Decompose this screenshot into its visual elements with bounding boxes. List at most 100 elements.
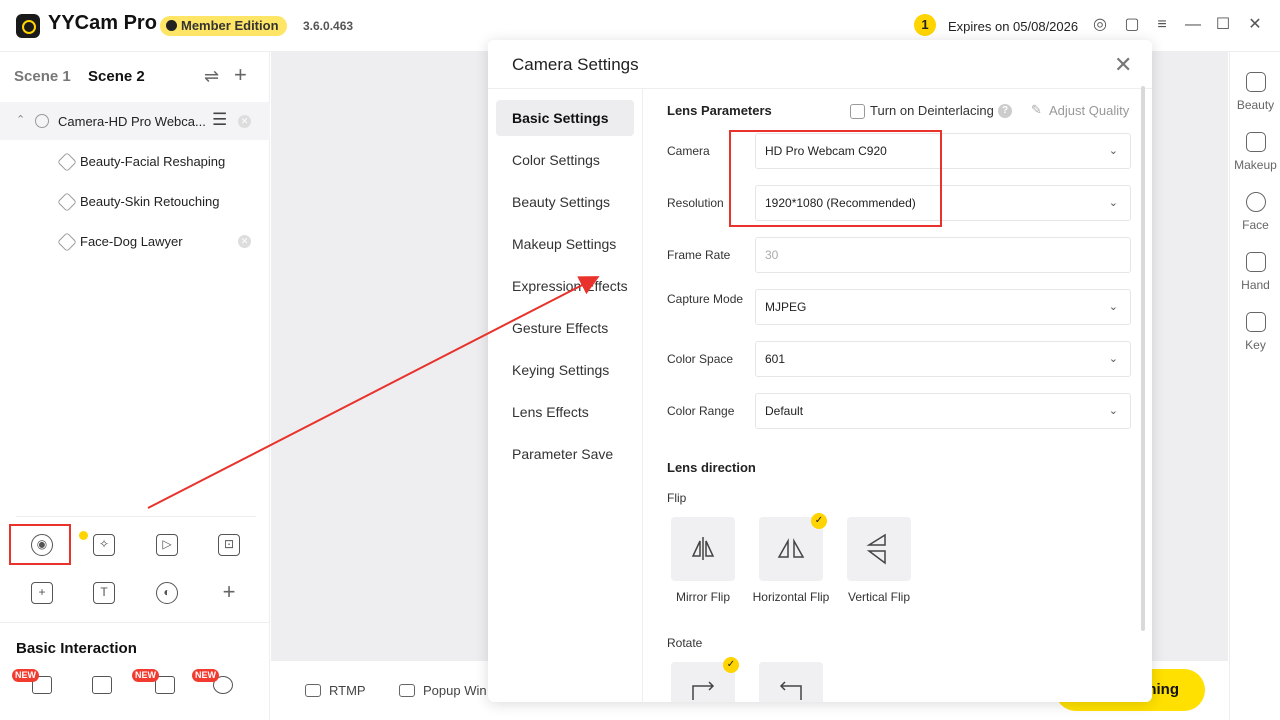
new-badge: NEW (132, 669, 159, 682)
capture-mode-select[interactable]: MJPEG ⌄ (755, 289, 1131, 325)
makeup-icon (1245, 132, 1266, 152)
camera-source-row[interactable]: ⌃ Camera-HD Pro Webca... ☰ ✕ (0, 102, 270, 140)
app-name: YYCam Pro (48, 12, 157, 34)
popup-window-button[interactable]: Popup Win (399, 683, 487, 698)
adjust-quality-link[interactable]: Adjust Quality (1049, 103, 1129, 118)
vertical-flip-icon (866, 533, 886, 565)
divider (488, 88, 1152, 89)
scene-settings-icon[interactable]: ⇌ (204, 66, 219, 87)
divider (0, 622, 270, 623)
crown-icon (166, 20, 177, 31)
nav-expression-effects[interactable]: Expression Effects (496, 268, 634, 304)
text-source-button[interactable]: T (93, 582, 115, 604)
mirror-flip-button[interactable] (671, 517, 735, 581)
rtmp-icon (305, 684, 321, 697)
chevron-down-icon: ⌄ (1108, 353, 1118, 365)
right-sidebar: Beauty Makeup Face Hand Key (1229, 52, 1280, 720)
new-badge: NEW (12, 669, 39, 682)
capture-area-button[interactable]: + (31, 582, 53, 604)
nav-lens-effects[interactable]: Lens Effects (496, 394, 634, 430)
add-source-button[interactable]: + (218, 581, 240, 604)
sticker-button[interactable]: ◐ (156, 582, 178, 604)
annotation-highlight (729, 130, 942, 227)
screen-cast-button[interactable]: ⊡ (218, 534, 240, 556)
nav-parameter-save[interactable]: Parameter Save (496, 436, 634, 472)
keyboard-icon[interactable] (92, 676, 112, 694)
chevron-down-icon: ⌄ (1108, 301, 1118, 313)
capture-mode-value: MJPEG (765, 300, 807, 314)
tab-scene-2[interactable]: Scene 2 (88, 68, 145, 85)
divider (642, 88, 643, 702)
lens-direction-title: Lens direction (667, 460, 756, 475)
mirror-flip-label: Mirror Flip (676, 590, 730, 604)
effect-icon (57, 152, 77, 172)
help-icon[interactable]: ? (998, 104, 1012, 118)
puzzle-source-button[interactable]: ✧ (93, 534, 115, 556)
color-space-label: Color Space (667, 352, 734, 366)
color-space-select[interactable]: 601 ⌄ (755, 341, 1131, 377)
lens-parameters-title: Lens Parameters (667, 103, 772, 118)
sidebar-item-face[interactable]: Face (1230, 192, 1280, 232)
effect-item[interactable]: Beauty-Facial Reshaping (80, 154, 225, 169)
nav-beauty-settings[interactable]: Beauty Settings (496, 184, 634, 220)
tab-scene-1[interactable]: Scene 1 (14, 68, 71, 85)
dialog-close-icon[interactable]: ✕ (1114, 52, 1132, 78)
sidebar-item-makeup[interactable]: Makeup (1230, 132, 1280, 172)
deinterlacing-checkbox[interactable] (850, 104, 865, 119)
sidebar-item-label: Makeup (1234, 158, 1277, 172)
headset-icon[interactable]: ◎ (1091, 16, 1109, 34)
member-edition-label: Member Edition (181, 18, 279, 33)
effect-item[interactable]: Beauty-Skin Retouching (80, 194, 219, 209)
source-menu-icon[interactable]: ☰ (212, 110, 227, 130)
popup-icon (399, 684, 415, 697)
camera-icon (35, 114, 49, 128)
mirror-flip-icon (691, 537, 715, 560)
nav-color-settings[interactable]: Color Settings (496, 142, 634, 178)
sidebar-item-beauty[interactable]: Beauty (1230, 72, 1280, 112)
remove-source-icon[interactable]: ✕ (238, 115, 251, 128)
effect-item[interactable]: Face-Dog Lawyer (80, 234, 183, 249)
keying-icon (1245, 312, 1266, 332)
chevron-down-icon: ⌄ (1108, 145, 1118, 157)
maximize-icon[interactable]: ☐ (1214, 16, 1232, 34)
flip-label: Flip (667, 491, 687, 505)
annotation-highlight (9, 524, 71, 565)
menu-icon[interactable]: ≡ (1153, 16, 1171, 34)
popup-label: Popup Win (423, 683, 487, 698)
hand-icon (1245, 252, 1266, 272)
nav-gesture-effects[interactable]: Gesture Effects (496, 310, 634, 346)
edit-icon: ✎ (1031, 102, 1042, 117)
vertical-flip-button[interactable] (847, 517, 911, 581)
camera-settings-dialog: Camera Settings ✕ Basic Settings Color S… (488, 40, 1152, 702)
beauty-icon (1245, 72, 1266, 92)
chevron-down-icon: ⌄ (1108, 405, 1118, 417)
feedback-icon[interactable]: ▢ (1123, 16, 1141, 34)
nav-basic-settings[interactable]: Basic Settings (496, 100, 634, 136)
sidebar-item-label: Beauty (1236, 98, 1275, 112)
nav-makeup-settings[interactable]: Makeup Settings (496, 226, 634, 262)
sidebar-item-label: Hand (1241, 278, 1270, 292)
remove-effect-icon[interactable]: ✕ (238, 235, 251, 248)
sidebar-item-label: Key (1245, 338, 1266, 352)
rotate-left-button[interactable] (759, 662, 823, 702)
add-scene-icon[interactable]: + (234, 62, 247, 88)
new-badge: NEW (192, 669, 219, 682)
sidebar-item-key[interactable]: Key (1230, 312, 1280, 352)
rotate-left-icon (779, 681, 802, 700)
sidebar-item-hand[interactable]: Hand (1230, 252, 1280, 292)
selected-check-icon: ✓ (811, 513, 827, 529)
notification-badge[interactable]: 1 (914, 14, 936, 36)
dialog-scrollbar[interactable] (1141, 86, 1145, 631)
rtmp-label: RTMP (329, 683, 366, 698)
video-source-button[interactable]: ▷ (156, 534, 178, 556)
close-icon[interactable]: ✕ (1246, 16, 1264, 34)
member-edition-badge[interactable]: Member Edition (160, 16, 287, 36)
color-range-select[interactable]: Default ⌄ (755, 393, 1131, 429)
minimize-icon[interactable]: — (1184, 16, 1202, 34)
nav-keying-settings[interactable]: Keying Settings (496, 352, 634, 388)
collapse-icon[interactable]: ⌃ (16, 113, 25, 126)
rtmp-button[interactable]: RTMP (305, 683, 366, 698)
frame-rate-label: Frame Rate (667, 248, 731, 262)
frame-rate-field: 30 (755, 237, 1131, 273)
capture-mode-label: Capture Mode (667, 292, 744, 306)
